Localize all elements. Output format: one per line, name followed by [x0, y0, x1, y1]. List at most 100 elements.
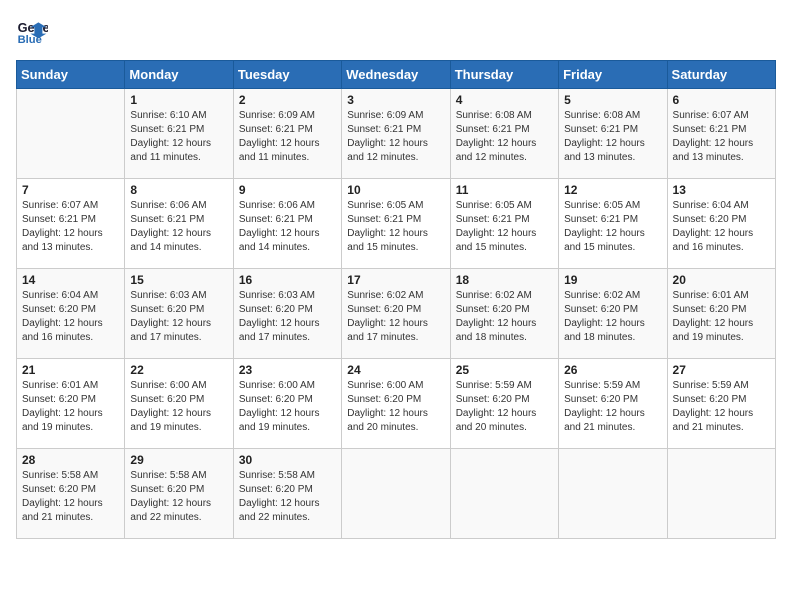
day-number: 1 [130, 93, 227, 107]
calendar-cell: 28 Sunrise: 5:58 AM Sunset: 6:20 PM Dayl… [17, 449, 125, 539]
day-number: 9 [239, 183, 336, 197]
day-number: 27 [673, 363, 770, 377]
calendar-cell: 24 Sunrise: 6:00 AM Sunset: 6:20 PM Dayl… [342, 359, 450, 449]
weekday-header-monday: Monday [125, 61, 233, 89]
header: General Blue [16, 16, 776, 48]
calendar-cell: 17 Sunrise: 6:02 AM Sunset: 6:20 PM Dayl… [342, 269, 450, 359]
day-info: Sunrise: 6:06 AM Sunset: 6:21 PM Dayligh… [239, 199, 336, 255]
calendar-cell: 3 Sunrise: 6:09 AM Sunset: 6:21 PM Dayli… [342, 89, 450, 179]
day-info: Sunrise: 6:03 AM Sunset: 6:20 PM Dayligh… [130, 289, 227, 345]
day-info: Sunrise: 6:07 AM Sunset: 6:21 PM Dayligh… [673, 109, 770, 165]
day-number: 8 [130, 183, 227, 197]
day-number: 14 [22, 273, 119, 287]
day-number: 11 [456, 183, 553, 197]
calendar-cell: 9 Sunrise: 6:06 AM Sunset: 6:21 PM Dayli… [233, 179, 341, 269]
day-number: 6 [673, 93, 770, 107]
day-number: 20 [673, 273, 770, 287]
calendar-cell: 26 Sunrise: 5:59 AM Sunset: 6:20 PM Dayl… [559, 359, 667, 449]
calendar-cell: 23 Sunrise: 6:00 AM Sunset: 6:20 PM Dayl… [233, 359, 341, 449]
calendar-cell: 12 Sunrise: 6:05 AM Sunset: 6:21 PM Dayl… [559, 179, 667, 269]
day-number: 24 [347, 363, 444, 377]
calendar-cell: 8 Sunrise: 6:06 AM Sunset: 6:21 PM Dayli… [125, 179, 233, 269]
day-number: 5 [564, 93, 661, 107]
calendar-cell: 20 Sunrise: 6:01 AM Sunset: 6:20 PM Dayl… [667, 269, 775, 359]
day-info: Sunrise: 6:09 AM Sunset: 6:21 PM Dayligh… [347, 109, 444, 165]
day-number: 3 [347, 93, 444, 107]
day-info: Sunrise: 6:04 AM Sunset: 6:20 PM Dayligh… [673, 199, 770, 255]
day-info: Sunrise: 5:59 AM Sunset: 6:20 PM Dayligh… [564, 379, 661, 435]
day-info: Sunrise: 5:58 AM Sunset: 6:20 PM Dayligh… [130, 469, 227, 525]
day-info: Sunrise: 6:05 AM Sunset: 6:21 PM Dayligh… [456, 199, 553, 255]
day-info: Sunrise: 6:01 AM Sunset: 6:20 PM Dayligh… [673, 289, 770, 345]
weekday-header-saturday: Saturday [667, 61, 775, 89]
calendar-cell [17, 89, 125, 179]
day-info: Sunrise: 6:09 AM Sunset: 6:21 PM Dayligh… [239, 109, 336, 165]
day-number: 7 [22, 183, 119, 197]
calendar-cell: 1 Sunrise: 6:10 AM Sunset: 6:21 PM Dayli… [125, 89, 233, 179]
day-number: 4 [456, 93, 553, 107]
calendar-table: SundayMondayTuesdayWednesdayThursdayFrid… [16, 60, 776, 539]
calendar-cell: 6 Sunrise: 6:07 AM Sunset: 6:21 PM Dayli… [667, 89, 775, 179]
logo-icon: General Blue [16, 16, 48, 48]
logo: General Blue [16, 16, 52, 48]
calendar-cell: 18 Sunrise: 6:02 AM Sunset: 6:20 PM Dayl… [450, 269, 558, 359]
day-info: Sunrise: 6:00 AM Sunset: 6:20 PM Dayligh… [347, 379, 444, 435]
day-info: Sunrise: 6:00 AM Sunset: 6:20 PM Dayligh… [239, 379, 336, 435]
day-number: 23 [239, 363, 336, 377]
day-number: 26 [564, 363, 661, 377]
day-info: Sunrise: 6:07 AM Sunset: 6:21 PM Dayligh… [22, 199, 119, 255]
calendar-cell: 25 Sunrise: 5:59 AM Sunset: 6:20 PM Dayl… [450, 359, 558, 449]
svg-text:General: General [18, 20, 48, 35]
day-info: Sunrise: 6:08 AM Sunset: 6:21 PM Dayligh… [564, 109, 661, 165]
calendar-cell [667, 449, 775, 539]
calendar-cell: 15 Sunrise: 6:03 AM Sunset: 6:20 PM Dayl… [125, 269, 233, 359]
day-number: 16 [239, 273, 336, 287]
day-info: Sunrise: 6:04 AM Sunset: 6:20 PM Dayligh… [22, 289, 119, 345]
day-number: 22 [130, 363, 227, 377]
weekday-header-thursday: Thursday [450, 61, 558, 89]
day-number: 10 [347, 183, 444, 197]
calendar-cell: 11 Sunrise: 6:05 AM Sunset: 6:21 PM Dayl… [450, 179, 558, 269]
weekday-header-wednesday: Wednesday [342, 61, 450, 89]
day-number: 2 [239, 93, 336, 107]
calendar-cell: 27 Sunrise: 5:59 AM Sunset: 6:20 PM Dayl… [667, 359, 775, 449]
day-number: 15 [130, 273, 227, 287]
calendar-cell: 4 Sunrise: 6:08 AM Sunset: 6:21 PM Dayli… [450, 89, 558, 179]
calendar-cell [559, 449, 667, 539]
day-number: 19 [564, 273, 661, 287]
day-info: Sunrise: 6:10 AM Sunset: 6:21 PM Dayligh… [130, 109, 227, 165]
day-info: Sunrise: 6:01 AM Sunset: 6:20 PM Dayligh… [22, 379, 119, 435]
day-info: Sunrise: 6:03 AM Sunset: 6:20 PM Dayligh… [239, 289, 336, 345]
weekday-header-sunday: Sunday [17, 61, 125, 89]
calendar-cell: 13 Sunrise: 6:04 AM Sunset: 6:20 PM Dayl… [667, 179, 775, 269]
day-number: 25 [456, 363, 553, 377]
day-info: Sunrise: 6:05 AM Sunset: 6:21 PM Dayligh… [564, 199, 661, 255]
day-info: Sunrise: 6:02 AM Sunset: 6:20 PM Dayligh… [456, 289, 553, 345]
day-info: Sunrise: 6:06 AM Sunset: 6:21 PM Dayligh… [130, 199, 227, 255]
day-number: 21 [22, 363, 119, 377]
weekday-header-tuesday: Tuesday [233, 61, 341, 89]
calendar-cell: 19 Sunrise: 6:02 AM Sunset: 6:20 PM Dayl… [559, 269, 667, 359]
calendar-cell: 29 Sunrise: 5:58 AM Sunset: 6:20 PM Dayl… [125, 449, 233, 539]
day-number: 13 [673, 183, 770, 197]
day-info: Sunrise: 5:59 AM Sunset: 6:20 PM Dayligh… [456, 379, 553, 435]
calendar-cell: 14 Sunrise: 6:04 AM Sunset: 6:20 PM Dayl… [17, 269, 125, 359]
day-info: Sunrise: 5:58 AM Sunset: 6:20 PM Dayligh… [239, 469, 336, 525]
calendar-cell: 30 Sunrise: 5:58 AM Sunset: 6:20 PM Dayl… [233, 449, 341, 539]
day-info: Sunrise: 6:00 AM Sunset: 6:20 PM Dayligh… [130, 379, 227, 435]
calendar-cell: 16 Sunrise: 6:03 AM Sunset: 6:20 PM Dayl… [233, 269, 341, 359]
day-info: Sunrise: 6:08 AM Sunset: 6:21 PM Dayligh… [456, 109, 553, 165]
calendar-cell: 10 Sunrise: 6:05 AM Sunset: 6:21 PM Dayl… [342, 179, 450, 269]
calendar-cell: 2 Sunrise: 6:09 AM Sunset: 6:21 PM Dayli… [233, 89, 341, 179]
day-number: 28 [22, 453, 119, 467]
day-info: Sunrise: 6:05 AM Sunset: 6:21 PM Dayligh… [347, 199, 444, 255]
calendar-cell [342, 449, 450, 539]
day-info: Sunrise: 5:59 AM Sunset: 6:20 PM Dayligh… [673, 379, 770, 435]
calendar-cell [450, 449, 558, 539]
day-info: Sunrise: 6:02 AM Sunset: 6:20 PM Dayligh… [347, 289, 444, 345]
day-number: 30 [239, 453, 336, 467]
calendar-cell: 21 Sunrise: 6:01 AM Sunset: 6:20 PM Dayl… [17, 359, 125, 449]
day-info: Sunrise: 6:02 AM Sunset: 6:20 PM Dayligh… [564, 289, 661, 345]
day-number: 18 [456, 273, 553, 287]
day-number: 17 [347, 273, 444, 287]
